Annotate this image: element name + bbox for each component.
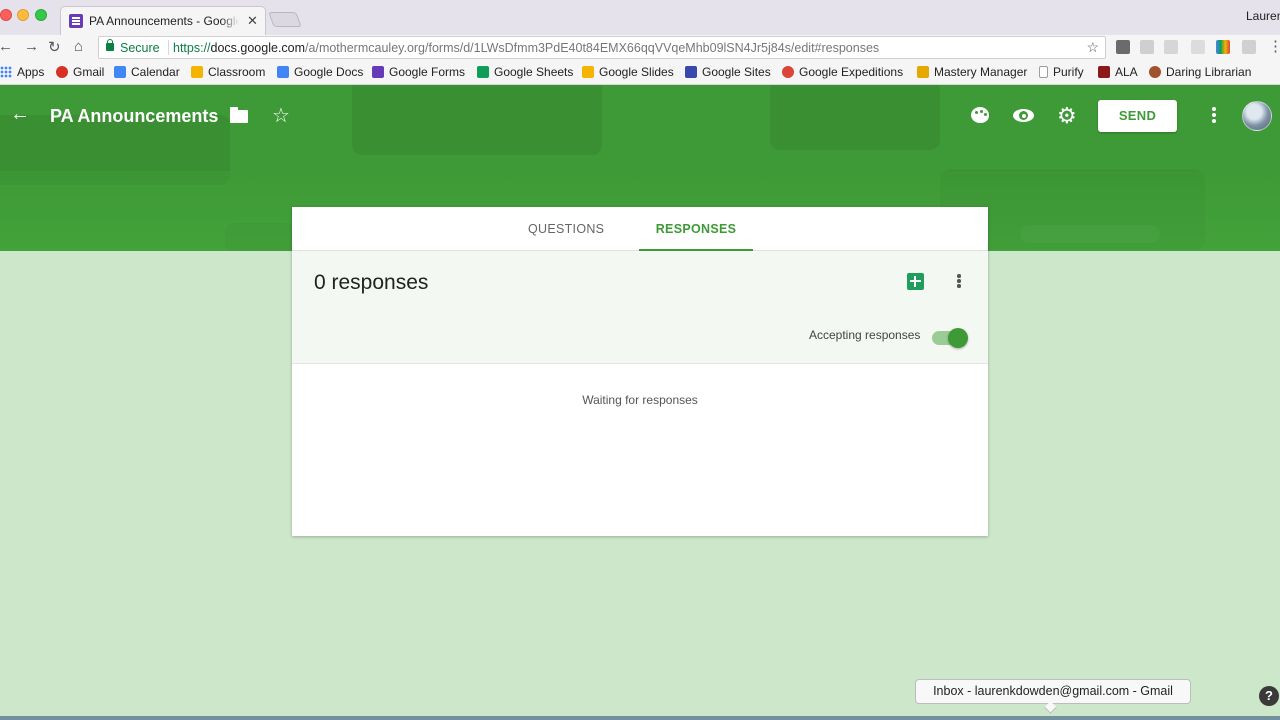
- bookmark-gmail[interactable]: Gmail: [56, 65, 104, 79]
- accepting-responses-label: Accepting responses: [809, 328, 921, 342]
- responses-more-icon[interactable]: [957, 274, 961, 278]
- bookmark-google-slides[interactable]: Google Slides: [582, 65, 674, 79]
- mastery-manager-icon: [917, 66, 929, 78]
- waiting-for-responses-text: Waiting for responses: [582, 393, 698, 407]
- form-tabs: QUESTIONS RESPONSES: [292, 207, 988, 251]
- bookmark-google-sites[interactable]: Google Sites: [685, 65, 771, 79]
- responses-card: QUESTIONS RESPONSES 0 responses Acceptin…: [292, 207, 988, 536]
- bookmark-purify[interactable]: Purify: [1039, 65, 1084, 79]
- bookmark-apps[interactable]: Apps: [0, 65, 44, 79]
- help-icon[interactable]: ?: [1259, 686, 1279, 706]
- bookmark-label: Google Forms: [389, 65, 466, 79]
- bookmark-label: Google Sites: [702, 65, 771, 79]
- star-icon[interactable]: ☆: [272, 103, 290, 128]
- bookmark-label: Calendar: [131, 65, 180, 79]
- bookmark-label: Purify: [1053, 65, 1084, 79]
- home-icon[interactable]: ⌂: [74, 38, 83, 55]
- form-title[interactable]: PA Announcements: [50, 106, 218, 127]
- bookmark-classroom[interactable]: Classroom: [191, 65, 265, 79]
- more-options-icon[interactable]: [1212, 107, 1216, 111]
- secure-label: Secure: [120, 41, 160, 55]
- bookmark-label: Google Expeditions: [799, 65, 904, 79]
- back-arrow-icon[interactable]: ←: [10, 103, 30, 126]
- slides-icon: [582, 66, 594, 78]
- classroom-icon: [191, 66, 203, 78]
- browser-tab-active[interactable]: PA Announcements - Google Forms ✕: [60, 6, 266, 35]
- forms-favicon-icon: [69, 14, 83, 28]
- bookmark-label: Google Sheets: [494, 65, 574, 79]
- calendar-icon: [114, 66, 126, 78]
- header-decoration: [352, 85, 602, 155]
- extension-shield-icon[interactable]: [1116, 40, 1130, 54]
- browser-toolbar: ← → ↻ ⌂ Secure https://docs.google.com/a…: [0, 35, 1280, 61]
- forward-icon[interactable]: →: [24, 38, 39, 55]
- bookmark-label: Mastery Manager: [934, 65, 1028, 79]
- palette-icon[interactable]: [971, 107, 989, 123]
- tab-title: PA Announcements - Google Forms: [89, 14, 239, 28]
- back-icon[interactable]: ←: [0, 38, 13, 55]
- address-bar[interactable]: Secure https://docs.google.com/a/motherm…: [98, 36, 1106, 59]
- settings-gear-icon[interactable]: ⚙: [1057, 105, 1077, 127]
- lock-icon: [106, 39, 114, 51]
- bookmark-label: Classroom: [208, 65, 266, 79]
- sites-icon: [685, 66, 697, 78]
- new-tab-button[interactable]: [268, 12, 302, 27]
- ala-icon: [1098, 66, 1110, 78]
- tab-responses[interactable]: RESPONSES: [639, 207, 753, 251]
- extension-list-icon[interactable]: [1242, 40, 1256, 54]
- bookmark-daring-librarian[interactable]: Daring Librarian: [1149, 65, 1251, 79]
- daring-librarian-icon: [1149, 66, 1161, 78]
- page-icon: [1039, 66, 1048, 78]
- bookmark-label: Google Slides: [599, 65, 674, 79]
- url-separator: [168, 40, 169, 55]
- tab-questions[interactable]: QUESTIONS: [528, 222, 604, 236]
- chrome-menu-icon[interactable]: ⋮: [1268, 37, 1280, 55]
- reload-icon[interactable]: ↻: [48, 38, 61, 56]
- extension-color-icon[interactable]: [1216, 40, 1230, 54]
- extension-drive-icon[interactable]: [1140, 40, 1154, 54]
- extension-link-icon[interactable]: [1164, 40, 1178, 54]
- close-window-button[interactable]: [0, 9, 12, 21]
- bookmark-label: Daring Librarian: [1166, 65, 1252, 79]
- bookmark-ala[interactable]: ALA: [1098, 65, 1138, 79]
- minimize-window-button[interactable]: [17, 9, 29, 21]
- bookmark-label: Apps: [17, 65, 45, 79]
- sheets-icon: [477, 66, 489, 78]
- folder-icon[interactable]: [230, 107, 248, 123]
- bookmark-google-expeditions[interactable]: Google Expeditions: [782, 65, 903, 79]
- create-spreadsheet-icon[interactable]: [907, 273, 924, 290]
- bookmark-google-sheets[interactable]: Google Sheets: [477, 65, 573, 79]
- forms-icon: [372, 66, 384, 78]
- toggle-knob: [948, 328, 968, 348]
- apps-icon: [0, 66, 12, 78]
- maximize-window-button[interactable]: [35, 9, 47, 21]
- docs-icon: [277, 66, 289, 78]
- dock-tooltip: Inbox - laurenkdowden@gmail.com - Gmail: [915, 679, 1191, 704]
- bookmark-mastery-manager[interactable]: Mastery Manager: [917, 65, 1027, 79]
- extension-screencast-icon[interactable]: [1191, 40, 1205, 54]
- browser-profile-name[interactable]: Lauren: [1246, 9, 1280, 23]
- dock-edge: [0, 716, 1280, 720]
- bookmark-google-docs[interactable]: Google Docs: [277, 65, 363, 79]
- header-decoration: [770, 85, 940, 150]
- tab-close-icon[interactable]: ✕: [247, 13, 258, 29]
- send-button[interactable]: SEND: [1098, 100, 1177, 132]
- bookmark-label: ALA: [1115, 65, 1138, 79]
- bookmark-calendar[interactable]: Calendar: [114, 65, 180, 79]
- bookmark-label: Gmail: [73, 65, 105, 79]
- bookmark-label: Google Docs: [294, 65, 364, 79]
- responses-summary: 0 responses Accepting responses: [292, 251, 988, 364]
- response-count: 0 responses: [314, 271, 429, 294]
- accepting-responses-toggle[interactable]: [932, 328, 968, 348]
- preview-eye-icon[interactable]: [1013, 109, 1034, 122]
- gmail-icon: [56, 66, 68, 78]
- url-text[interactable]: https://docs.google.com/a/mothermcauley.…: [173, 41, 879, 55]
- expeditions-icon: [782, 66, 794, 78]
- bookmark-star-icon[interactable]: ☆: [1086, 39, 1099, 56]
- bookmarks-bar: Apps Gmail Calendar Classroom Google Docs Goo…: [0, 61, 1280, 85]
- avatar[interactable]: [1242, 101, 1272, 131]
- browser-titlebar: PA Announcements - Google Forms ✕ Lauren: [0, 0, 1280, 35]
- bookmark-google-forms[interactable]: Google Forms: [372, 65, 465, 79]
